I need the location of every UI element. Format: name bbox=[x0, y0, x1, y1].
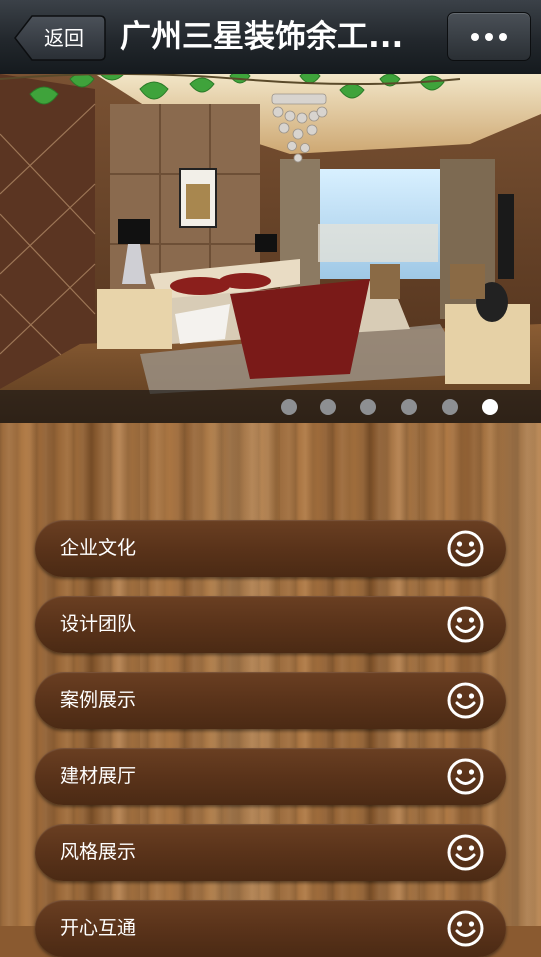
smiley-icon bbox=[447, 682, 484, 719]
menu-item-label: 开心互通 bbox=[60, 917, 137, 939]
pager-dot[interactable] bbox=[401, 399, 417, 415]
smiley-icon bbox=[447, 910, 484, 947]
page-title: 广州三星装饰余工... bbox=[120, 19, 404, 55]
menu-item-label: 案例展示 bbox=[60, 689, 137, 711]
banner-carousel[interactable] bbox=[0, 74, 541, 423]
more-dots-icon bbox=[485, 33, 493, 41]
pager-dot[interactable] bbox=[281, 399, 297, 415]
bedroom-interior-image bbox=[0, 74, 541, 423]
menu-item-happy-connect[interactable]: 开心互通 bbox=[35, 900, 506, 957]
menu-item-corporate-culture[interactable]: 企业文化 bbox=[35, 520, 506, 577]
pager-dot[interactable] bbox=[442, 399, 458, 415]
menu-item-label: 建材展厅 bbox=[60, 765, 137, 787]
smiley-icon bbox=[447, 530, 484, 567]
more-menu-button[interactable] bbox=[447, 12, 531, 61]
menu-item-design-team[interactable]: 设计团队 bbox=[35, 596, 506, 653]
menu-item-case-showcase[interactable]: 案例展示 bbox=[35, 672, 506, 729]
wood-background-menu-area: 企业文化 设计团队 案例展示 建材展厅 风格展示 开心互通 bbox=[0, 423, 541, 957]
smiley-icon bbox=[447, 606, 484, 643]
smiley-icon bbox=[447, 834, 484, 871]
menu-item-materials-hall[interactable]: 建材展厅 bbox=[35, 748, 506, 805]
more-dots-icon bbox=[499, 33, 507, 41]
smiley-icon bbox=[447, 758, 484, 795]
pager-dot[interactable] bbox=[320, 399, 336, 415]
back-button-label: 返回 bbox=[44, 26, 84, 50]
menu-item-label: 风格展示 bbox=[60, 841, 137, 863]
top-nav-bar: 返回 广州三星装饰余工... bbox=[0, 0, 541, 75]
pager-dot-active[interactable] bbox=[482, 399, 498, 415]
back-button[interactable]: 返回 bbox=[14, 15, 106, 61]
menu-item-label: 企业文化 bbox=[60, 537, 137, 559]
menu-item-label: 设计团队 bbox=[60, 613, 137, 635]
pager-dot[interactable] bbox=[360, 399, 376, 415]
more-dots-icon bbox=[471, 33, 479, 41]
menu-item-style-showcase[interactable]: 风格展示 bbox=[35, 824, 506, 881]
carousel-pager bbox=[0, 390, 541, 423]
